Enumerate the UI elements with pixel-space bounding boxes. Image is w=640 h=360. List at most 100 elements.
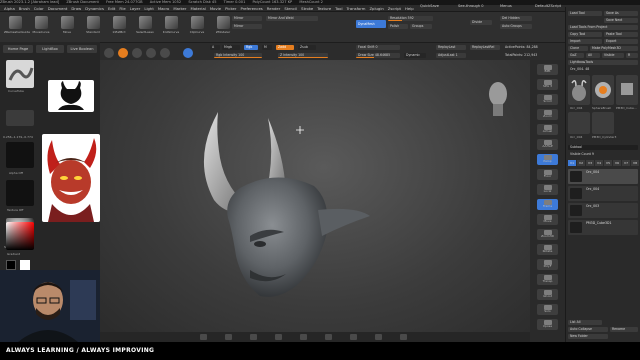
bottom-btn-6[interactable] (325, 334, 332, 340)
bottom-btn-8[interactable] (375, 334, 382, 340)
bottom-btn-7[interactable] (350, 334, 357, 340)
lightbox-tools-button[interactable]: Lightbox▸Tools (568, 60, 638, 65)
import-button[interactable]: Import (568, 39, 602, 44)
stroke-thumbnail[interactable] (6, 110, 34, 126)
v-tab-v2[interactable]: V2 (577, 160, 585, 166)
move-mode-icon[interactable] (132, 48, 142, 58)
shelf-tool-movecurve[interactable]: MoveCurve (30, 14, 52, 40)
menu-texture[interactable]: Texture (317, 5, 331, 11)
draw-size-slider[interactable]: Draw Size 48.64685 (356, 53, 400, 58)
canvas-viewport[interactable] (100, 60, 530, 342)
menu-edit[interactable]: Edit (108, 5, 115, 11)
nav-polyf[interactable]: PolyF (537, 259, 558, 270)
menu-light[interactable]: Light (144, 5, 153, 11)
shelf-tool-standard[interactable]: Standard (82, 14, 104, 40)
menu-transform[interactable]: Transform (347, 5, 366, 11)
v-tab-v1[interactable]: V1 (568, 160, 576, 166)
dynamic-toggle[interactable]: Dynamic (404, 53, 426, 58)
auto-collapse-button[interactable]: Auto Collapse (568, 327, 608, 332)
edit-mode-icon[interactable] (104, 48, 114, 58)
load-tool-button[interactable]: Load Tool (568, 11, 602, 16)
default-zscript-button[interactable]: DefaultZScript (535, 0, 561, 12)
make-polymesh-button[interactable]: Make PolyMesh3D (590, 46, 638, 51)
texture-thumbnail[interactable] (6, 180, 34, 206)
paste-tool-button[interactable]: Paste Tool (604, 32, 638, 37)
nav-persp[interactable]: Persp (537, 154, 558, 165)
v-tab-v3[interactable]: V3 (586, 160, 594, 166)
subtool-item[interactable]: Orc_004 (568, 169, 638, 184)
home-page-button[interactable]: Home Page (3, 45, 33, 53)
menu-tool[interactable]: Tool (335, 5, 342, 11)
del-hidden-button[interactable]: Del Hidden (500, 16, 532, 21)
r-button[interactable]: R (626, 53, 638, 58)
subtool-item[interactable]: PM3D_Cube3D1 (568, 220, 638, 235)
subtool-item[interactable]: Orc_003 (568, 203, 638, 218)
shelf-tool-knifecurve[interactable]: KnifeCurve (160, 14, 182, 40)
subtool-header[interactable]: Subtool (568, 145, 638, 150)
shelf-tool-inflatbrd[interactable]: InflatBrd (108, 14, 130, 40)
menu-alpha[interactable]: Alpha (4, 5, 15, 11)
all-button[interactable]: All (586, 53, 600, 58)
v-tab-v4[interactable]: V4 (595, 160, 603, 166)
live-boolean-button[interactable]: Live Boolean (67, 45, 97, 53)
shelf-tool-selectlasso[interactable]: SelectLasso (134, 14, 156, 40)
menu-zscript[interactable]: Zscript (388, 5, 401, 11)
bottom-btn-2[interactable] (225, 334, 232, 340)
secondary-color-swatch[interactable] (20, 260, 30, 270)
lightbox-button[interactable]: LightBox (36, 45, 64, 53)
menu-movie[interactable]: Movie (210, 5, 221, 11)
bottom-btn-3[interactable] (250, 334, 257, 340)
visible-button[interactable]: Visible (602, 53, 624, 58)
mrgb-button[interactable]: Mrgb (222, 45, 240, 50)
groups-button[interactable]: Groups (410, 24, 432, 29)
tool-thumb-orc[interactable] (568, 75, 590, 105)
v-tab-v7[interactable]: V7 (622, 160, 630, 166)
draw-mode-icon[interactable] (118, 48, 128, 58)
color-picker[interactable] (6, 222, 34, 250)
nav-transp[interactable]: Transp (537, 274, 558, 285)
menu-brush[interactable]: Brush (19, 5, 30, 11)
menu-layer[interactable]: Layer (130, 5, 141, 11)
divide-button[interactable]: Divide (470, 20, 492, 25)
bottom-btn-9[interactable] (400, 334, 407, 340)
rotate-mode-icon[interactable] (160, 48, 170, 58)
save-next-button[interactable]: Save Next (604, 18, 638, 23)
list-all-button[interactable]: List All (568, 320, 602, 325)
replay-last-button[interactable]: ReplayLast (436, 45, 466, 50)
menu-color[interactable]: Color (34, 5, 44, 11)
shelf-tool-clipcurve[interactable]: ClipCurve (186, 14, 208, 40)
quicksave-button[interactable]: QuickSave (420, 0, 439, 12)
menu-stencil[interactable]: Stencil (284, 5, 297, 11)
nav-ghost[interactable]: Ghost (537, 289, 558, 300)
nav-frame[interactable]: Frame (537, 199, 558, 210)
nav-xpose[interactable]: Xpose (537, 319, 558, 330)
new-folder-button[interactable]: New Folder (568, 334, 608, 339)
bottom-btn-4[interactable] (275, 334, 282, 340)
mirror-secondary-button[interactable]: Mirror (232, 24, 262, 29)
nav-solo[interactable]: Solo (537, 304, 558, 315)
rgb-button[interactable]: Rgb (244, 45, 258, 50)
rename-button[interactable]: Rename (610, 327, 638, 332)
main-color-swatch[interactable] (6, 260, 16, 270)
zsub-button[interactable]: Zsub (298, 45, 316, 50)
menu-zplugin[interactable]: Zplugin (369, 5, 383, 11)
m-button[interactable]: M (262, 45, 272, 50)
menu-material[interactable]: Material (190, 5, 205, 11)
menu-stroke[interactable]: Stroke (301, 5, 313, 11)
menu-picker[interactable]: Picker (225, 5, 236, 11)
zadd-button[interactable]: Zadd (276, 45, 294, 50)
tool-thumb-spherebrush[interactable] (592, 75, 614, 105)
nav-actual[interactable]: Actual (537, 124, 558, 135)
focal-shift-slider[interactable]: Focal Shift 0 (356, 45, 400, 50)
nav-bpr[interactable]: BPR (537, 64, 558, 75)
resolution-slider[interactable]: Resolution 592 (388, 16, 433, 21)
z-intensity-slider[interactable]: Z Intensity 100 (278, 53, 328, 58)
shelf-tool-move[interactable]: Move (56, 14, 78, 40)
menu-dynamics[interactable]: Dynamics (85, 5, 104, 11)
bottom-btn-1[interactable] (200, 334, 207, 340)
export-button[interactable]: Export (604, 39, 638, 44)
goz-button[interactable]: GoZ (568, 53, 584, 58)
brush-thumbnail[interactable] (6, 60, 34, 88)
menu-marker[interactable]: Marker (173, 5, 186, 11)
save-as-button[interactable]: Save As (604, 11, 638, 16)
